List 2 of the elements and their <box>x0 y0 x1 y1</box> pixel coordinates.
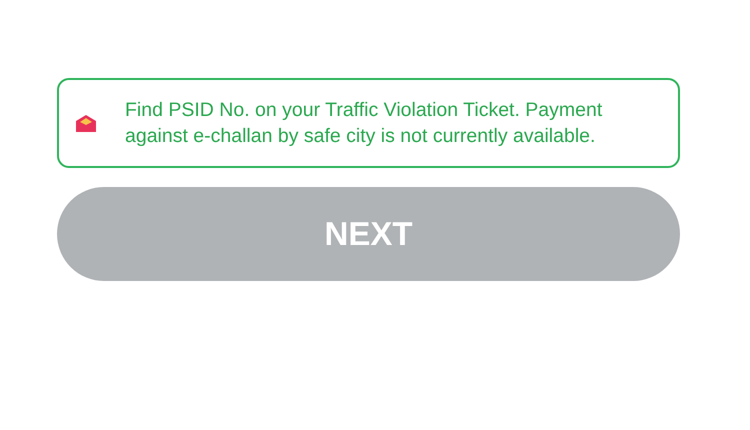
envelope-icon <box>75 114 97 132</box>
notice-text: Find PSID No. on your Traffic Violation Ticket. Payment against e-challan by safe city is not currently available. <box>125 98 604 149</box>
